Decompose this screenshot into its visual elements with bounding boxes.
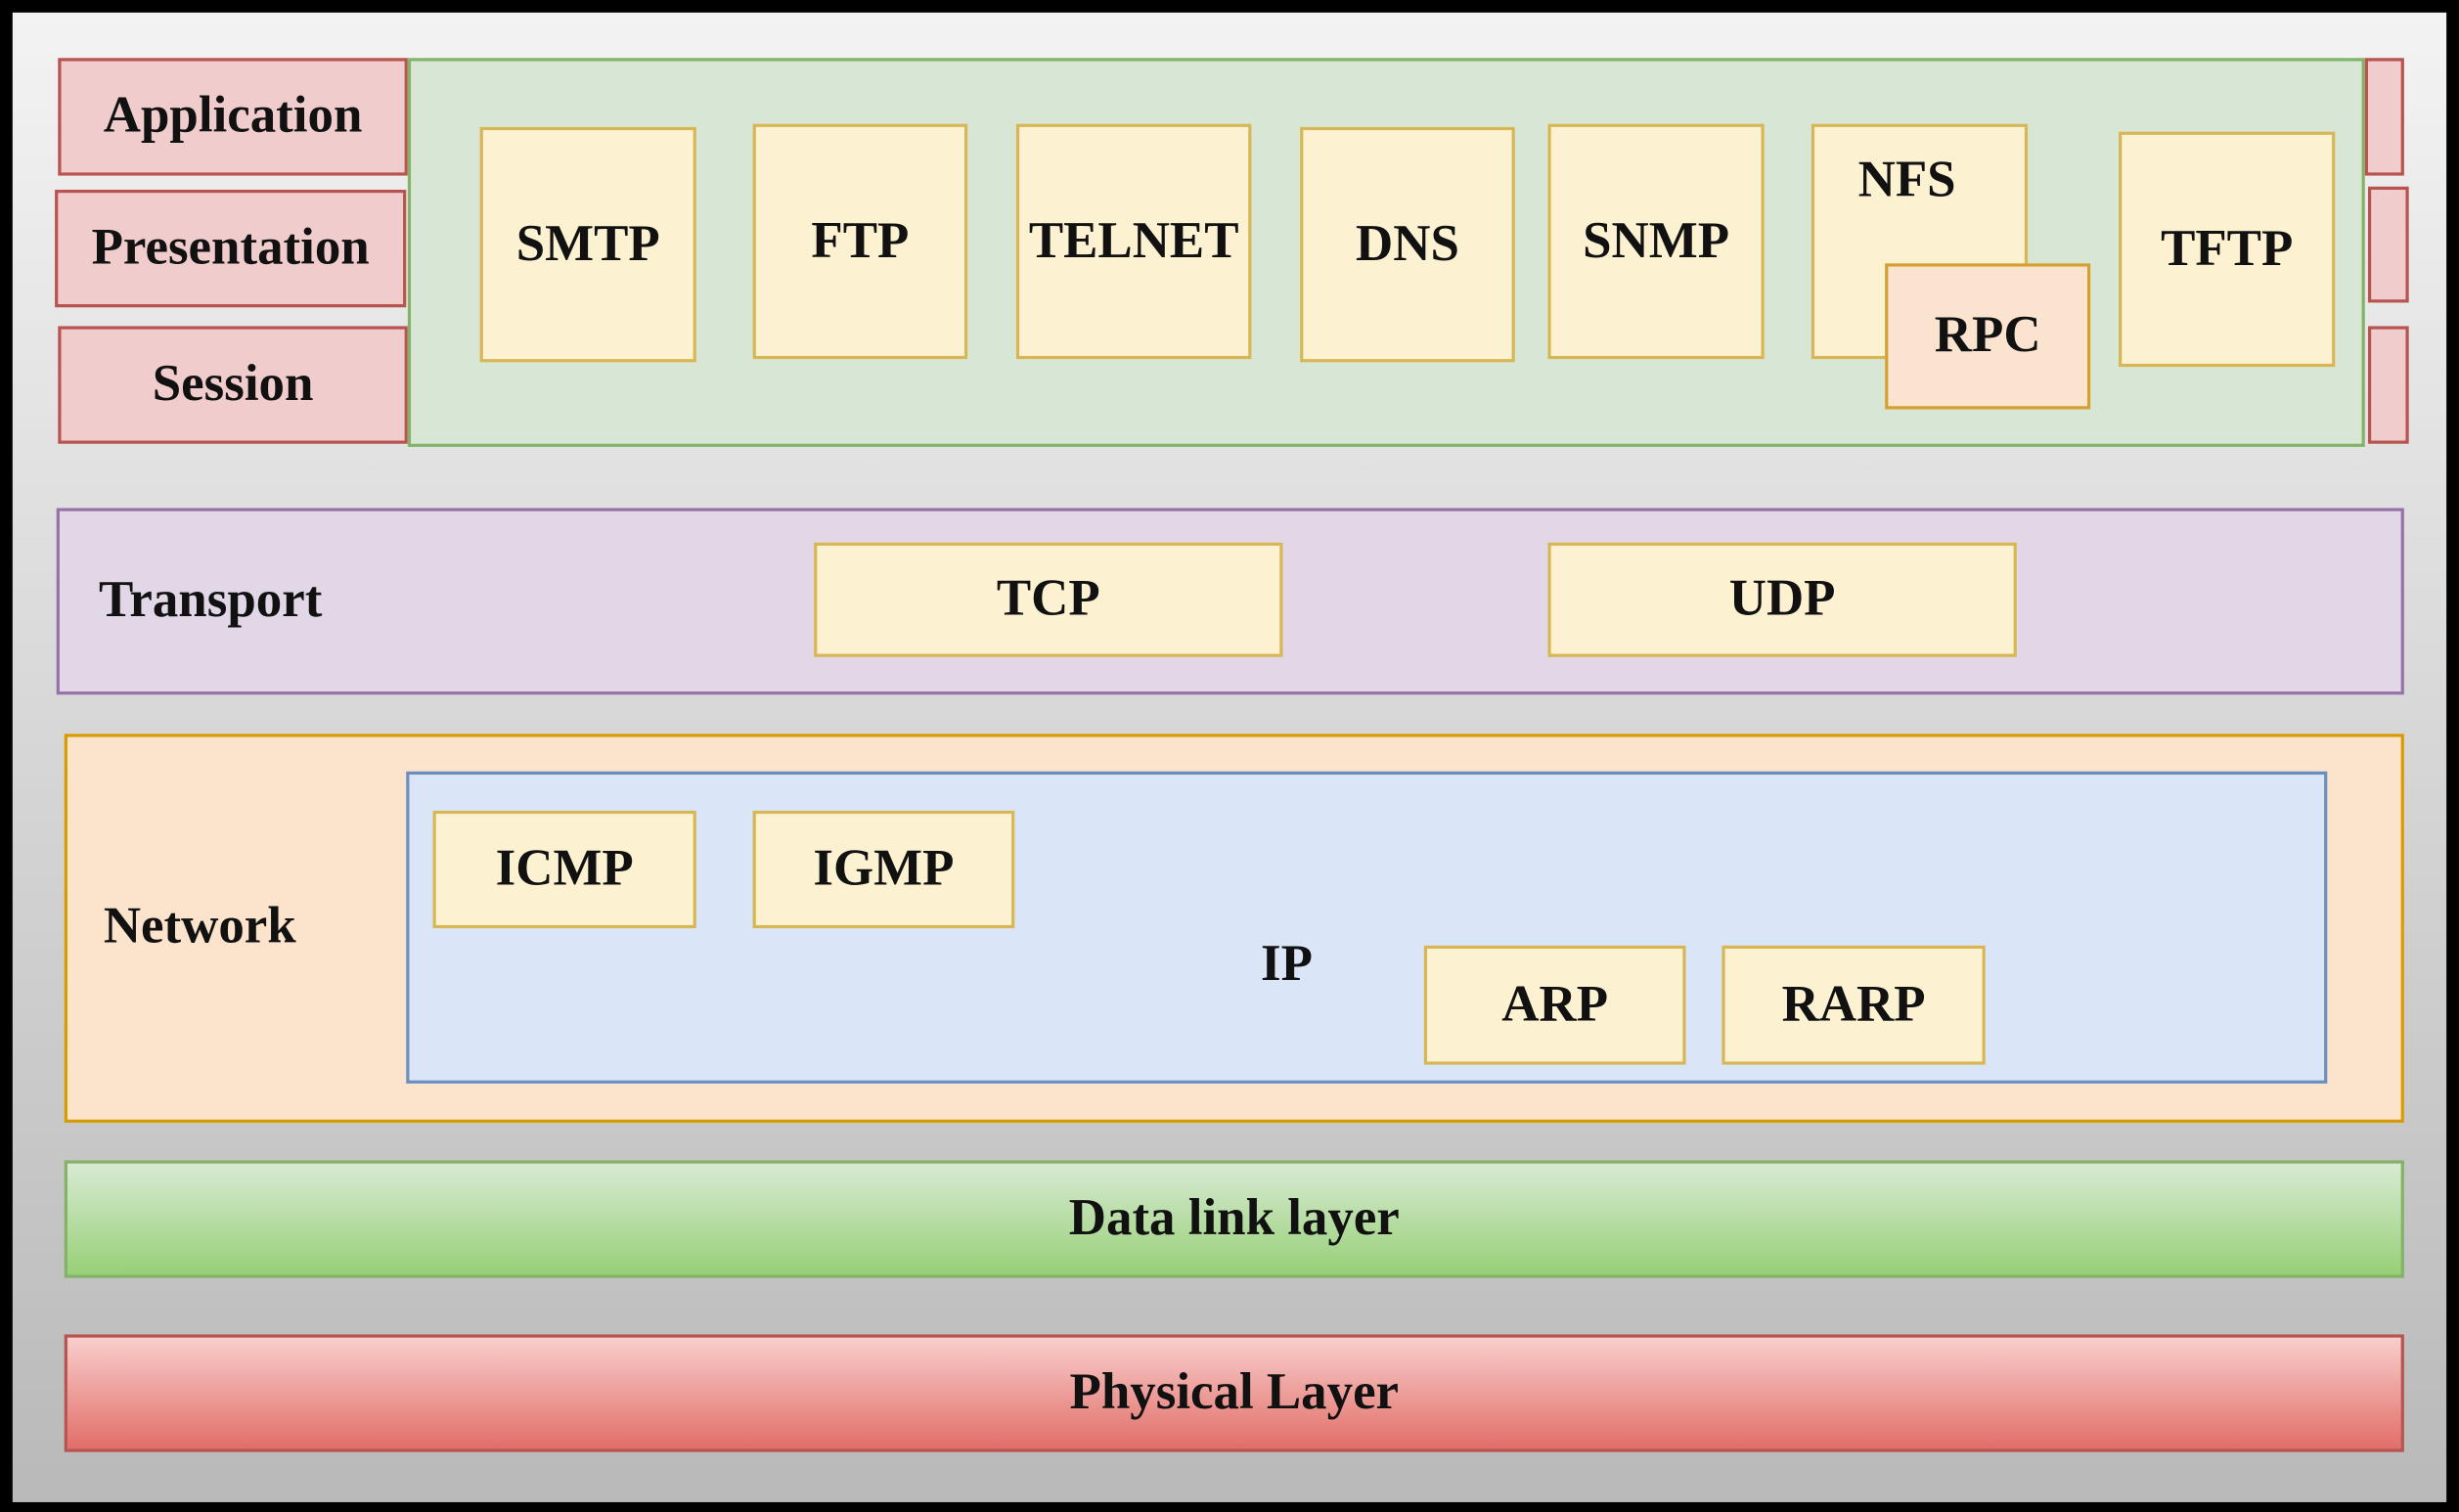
arp-box: ARP <box>1423 945 1686 1065</box>
application-layer-edge <box>2364 58 2404 176</box>
rarp-box: RARP <box>1721 945 1986 1065</box>
ip-label: IP <box>1261 936 1313 993</box>
udp-box: UDP <box>1547 542 2017 657</box>
application-layer: Application <box>58 58 408 176</box>
physical-layer: Physical Layer <box>64 1334 2404 1452</box>
ftp-box: FTP <box>752 123 968 360</box>
snmp-box: SNMP <box>1547 123 1765 360</box>
igmp-box: IGMP <box>752 810 1015 929</box>
data-link-layer: Data link layer <box>64 1160 2404 1278</box>
session-layer: Session <box>58 326 408 444</box>
diagram: Application Presentation Session SMTP FT… <box>0 0 2459 1512</box>
dns-box: DNS <box>1300 126 1515 363</box>
telnet-box: TELNET <box>1015 123 1252 360</box>
tcp-box: TCP <box>814 542 1283 657</box>
session-layer-edge <box>2367 326 2409 444</box>
rpc-box: RPC <box>1885 263 2091 410</box>
presentation-layer: Presentation <box>55 189 407 308</box>
transport-label: Transport <box>99 572 323 629</box>
icmp-box: ICMP <box>432 810 696 929</box>
smtp-box: SMTP <box>479 126 696 363</box>
network-label: Network <box>103 898 296 956</box>
tftp-box: TFTP <box>2119 131 2336 368</box>
presentation-layer-edge <box>2367 186 2409 303</box>
